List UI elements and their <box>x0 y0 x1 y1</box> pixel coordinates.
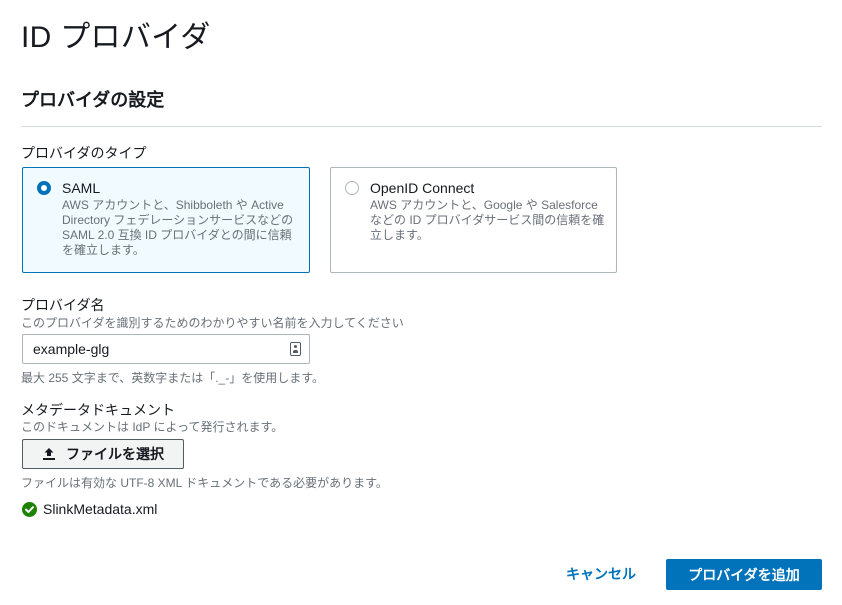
provider-type-saml-tile[interactable]: SAML AWS アカウントと、Shibboleth や Active Dire… <box>22 167 310 273</box>
choose-file-label: ファイルを選択 <box>66 446 164 462</box>
oidc-radio-button[interactable] <box>345 181 359 195</box>
provider-type-oidc-tile[interactable]: OpenID Connect AWS アカウントと、Google や Sales… <box>330 167 617 273</box>
saml-radio-button[interactable] <box>37 181 51 195</box>
uploaded-file: SlinkMetadata.xml <box>22 501 157 517</box>
oidc-description: AWS アカウントと、Google や Salesforce などの ID プロ… <box>370 198 605 242</box>
saml-title: SAML <box>62 180 101 196</box>
section-divider <box>21 126 822 127</box>
metadata-description: このドキュメントは IdP によって発行されます。 <box>21 420 284 434</box>
provider-name-input[interactable] <box>23 335 283 363</box>
saml-description: AWS アカウントと、Shibboleth や Active Directory… <box>62 198 294 257</box>
contact-card-icon[interactable] <box>290 342 301 356</box>
uploaded-file-name: SlinkMetadata.xml <box>43 501 158 517</box>
section-title: プロバイダの設定 <box>21 90 165 110</box>
provider-name-description: このプロバイダを識別するためのわかりやすい名前を入力してください <box>21 316 404 330</box>
oidc-title: OpenID Connect <box>370 180 475 196</box>
provider-name-hint: 最大 255 文字まで、英数字または「._-」を使用します。 <box>21 371 325 385</box>
cancel-button[interactable]: キャンセル <box>558 559 644 589</box>
page-title: ID プロバイダ <box>21 21 211 54</box>
metadata-label: メタデータドキュメント <box>21 402 175 418</box>
metadata-hint: ファイルは有効な UTF-8 XML ドキュメントである必要があります。 <box>21 476 388 490</box>
add-provider-button[interactable]: プロバイダを追加 <box>666 559 822 590</box>
provider-name-field[interactable] <box>22 334 310 364</box>
provider-name-label: プロバイダ名 <box>21 297 105 313</box>
choose-file-button[interactable]: ファイルを選択 <box>22 439 184 469</box>
success-check-icon <box>22 501 37 517</box>
provider-type-label: プロバイダのタイプ <box>21 145 147 161</box>
upload-icon <box>42 447 56 461</box>
